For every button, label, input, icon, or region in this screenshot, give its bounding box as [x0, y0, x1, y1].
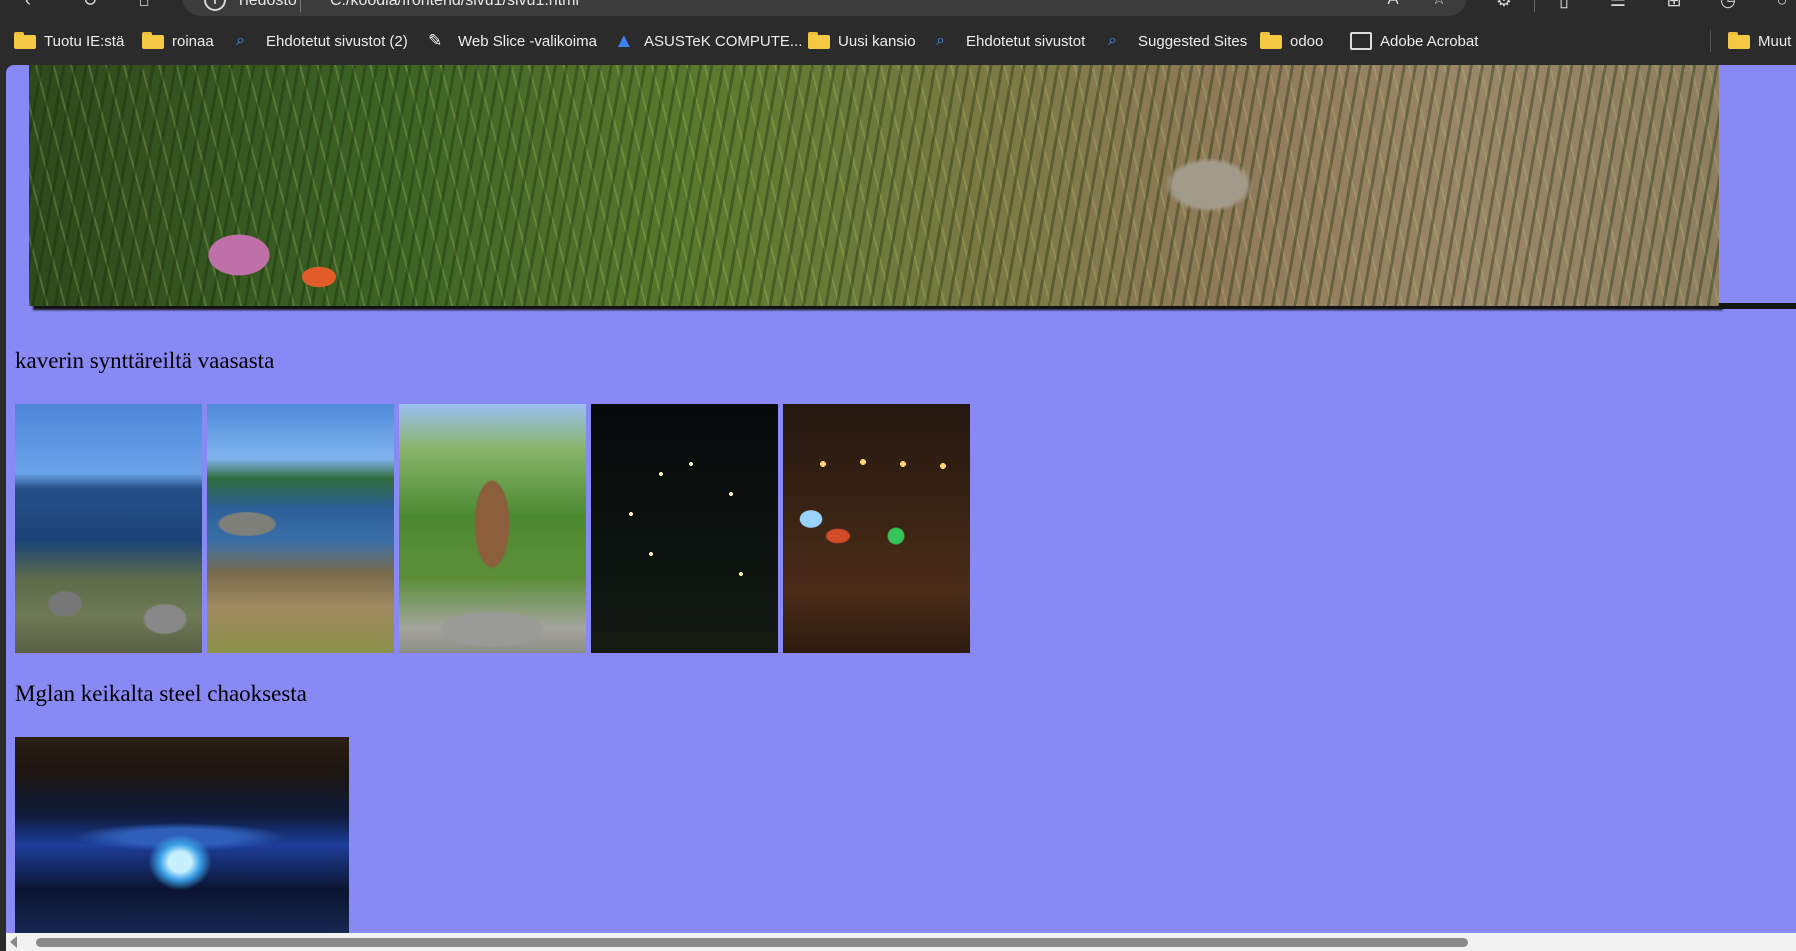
- toolbar-divider: [1534, 0, 1535, 12]
- photo-lake-shore-rocks: [15, 404, 202, 653]
- bookmarks-separator: [1710, 30, 1711, 52]
- folder-icon: [142, 32, 164, 50]
- refresh-icon[interactable]: ↻: [76, 0, 104, 14]
- read-aloud-icon[interactable]: A: [1380, 0, 1406, 12]
- bookmark-asus[interactable]: ▲ ASUSTeK COMPUTE...: [614, 28, 802, 54]
- section-caption-mgla: Mglan keikalta steel chaoksesta: [15, 681, 307, 706]
- bookmark-label: Uusi kansio: [838, 32, 916, 50]
- bookmark-label: odoo: [1290, 32, 1324, 50]
- bookmark-tuotu-ie[interactable]: Tuotu IE:stä: [14, 28, 124, 54]
- horizontal-scrollbar[interactable]: [6, 933, 1796, 951]
- bookmark-label: Ehdotetut sivustot: [966, 32, 1086, 50]
- extensions-icon[interactable]: ⚙: [1490, 0, 1518, 14]
- favorites-icon[interactable]: ☰: [1604, 0, 1632, 14]
- photo-fairy-lights-night: [591, 404, 778, 653]
- bookmark-ehdotetut[interactable]: ⌕ Ehdotetut sivustot: [936, 28, 1085, 54]
- bookmark-odoo[interactable]: odoo: [1260, 28, 1323, 54]
- history-icon[interactable]: ◷: [1714, 0, 1742, 14]
- document-icon: [1350, 32, 1372, 50]
- photo-campfire-night-party: [783, 404, 970, 653]
- info-icon[interactable]: i: [204, 0, 226, 11]
- bookmark-roinaa[interactable]: roinaa: [142, 28, 214, 54]
- folder-icon: [1728, 32, 1750, 50]
- url-text[interactable]: C:/koodia/frontend/sivu1/sivu1.html: [330, 0, 579, 10]
- bookmark-label: Suggested Sites: [1138, 32, 1248, 50]
- bookmark-label: Muut: [1758, 32, 1792, 50]
- split-screen-icon[interactable]: ▯: [1550, 0, 1578, 14]
- section-caption-vaasa: kaverin synttäreiltä vaasasta: [15, 348, 275, 373]
- search-icon: ⌕: [936, 32, 945, 49]
- folder-icon: [14, 32, 36, 50]
- hero-grass-photo: [29, 65, 1719, 306]
- bookmarks-bar: Tuotu IE:stä roinaa ⌕ Ehdotetut sivustot…: [0, 16, 1796, 65]
- page-background: [1719, 65, 1796, 306]
- page-viewport: kaverin synttäreiltä vaasasta Mglan keik…: [6, 65, 1796, 933]
- bookmark-web-slice[interactable]: ✎ Web Slice -valikoima: [428, 28, 597, 54]
- photo-wooden-statue-garden: [399, 404, 586, 653]
- hero-shadow: [1719, 303, 1796, 309]
- bookmark-label: Web Slice -valikoima: [458, 32, 597, 50]
- photo-concert-stage-blue-lights: [15, 737, 349, 933]
- favorite-star-icon[interactable]: ☆: [1426, 0, 1452, 12]
- browser-toolbar: ‹ ↻ ⌂ i Tiedosto C:/koodia/frontend/sivu…: [0, 0, 1796, 16]
- collections-icon[interactable]: ⊞: [1660, 0, 1688, 14]
- photo-lake-beach: [207, 404, 394, 653]
- search-icon: ⌕: [236, 32, 245, 49]
- folder-icon: [808, 32, 830, 50]
- bookmark-suggested-sites[interactable]: ⌕ Suggested Sites: [1108, 28, 1247, 54]
- bookmark-label: Adobe Acrobat: [1380, 32, 1479, 50]
- webslice-icon: ✎: [428, 31, 443, 50]
- bookmark-label: ASUSTeK COMPUTE...: [644, 32, 803, 50]
- bookmark-ehdotetut-2[interactable]: ⌕ Ehdotetut sivustot (2): [236, 28, 408, 54]
- bookmark-adobe-acrobat[interactable]: Adobe Acrobat: [1350, 28, 1478, 54]
- bookmark-label: roinaa: [172, 32, 214, 50]
- bookmark-label: Tuotu IE:stä: [44, 32, 125, 50]
- address-label: Tiedosto: [236, 0, 297, 9]
- folder-icon: [1260, 32, 1282, 50]
- scrollbar-thumb[interactable]: [36, 938, 1468, 947]
- bookmark-label: Ehdotetut sivustot (2): [266, 32, 408, 50]
- profile-icon[interactable]: ○: [1768, 0, 1796, 14]
- scroll-left-arrow-icon[interactable]: [10, 936, 17, 948]
- address-bar[interactable]: i Tiedosto C:/koodia/frontend/sivu1/sivu…: [182, 0, 1467, 16]
- bookmark-uusi-kansio[interactable]: Uusi kansio: [808, 28, 916, 54]
- home-icon[interactable]: ⌂: [130, 0, 158, 14]
- asus-icon: ▲: [614, 30, 634, 52]
- search-icon: ⌕: [1108, 32, 1117, 49]
- bookmark-muut[interactable]: Muut: [1728, 28, 1791, 54]
- back-icon[interactable]: ‹: [14, 0, 42, 14]
- address-separator: [300, 0, 301, 12]
